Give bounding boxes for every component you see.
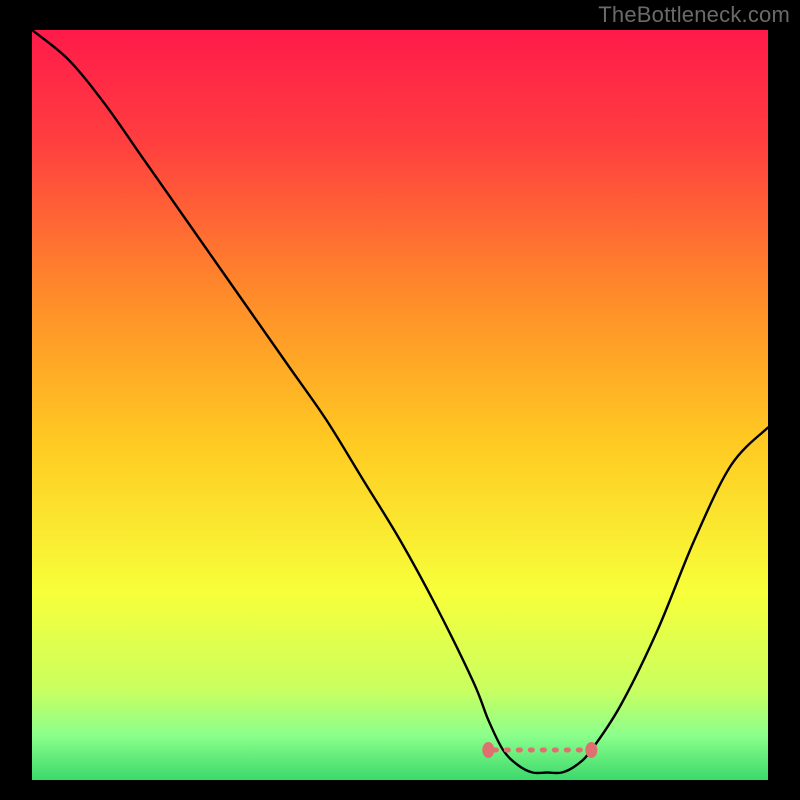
bottleneck-curve-chart — [32, 30, 768, 780]
gradient-background — [32, 30, 768, 780]
chart-frame: TheBottleneck.com — [0, 0, 800, 800]
plot-area — [32, 30, 768, 780]
watermark-text: TheBottleneck.com — [598, 2, 790, 28]
trough-end-marker — [585, 742, 597, 758]
